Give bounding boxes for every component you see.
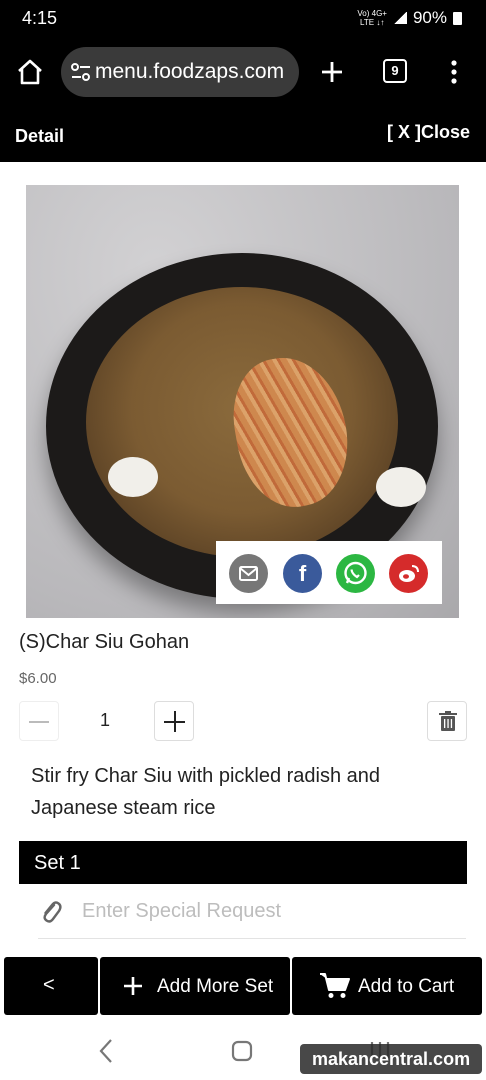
weibo-icon bbox=[399, 565, 419, 582]
email-share-icon[interactable] bbox=[229, 554, 268, 593]
decrease-quantity-button[interactable] bbox=[19, 701, 59, 741]
item-description: Stir fry Char Siu with pickled radish an… bbox=[31, 765, 381, 819]
back-button[interactable]: < bbox=[4, 957, 98, 1015]
email-icon bbox=[239, 566, 258, 581]
nav-home-icon[interactable] bbox=[230, 1039, 254, 1063]
item-name: (S)Char Siu Gohan bbox=[19, 631, 190, 653]
address-bar[interactable]: menu.foodzaps.com bbox=[61, 47, 299, 97]
rice bbox=[376, 467, 426, 507]
url-text: menu.foodzaps.com bbox=[95, 60, 285, 83]
add-more-set-label: Add More Set bbox=[157, 976, 274, 997]
close-button[interactable]: [ X ]Close bbox=[387, 122, 470, 143]
item-price: $6.00 bbox=[19, 670, 57, 687]
whatsapp-icon bbox=[344, 561, 367, 585]
tab-switcher-button[interactable]: 9 bbox=[383, 59, 407, 83]
trash-icon bbox=[439, 711, 457, 731]
new-tab-icon[interactable] bbox=[316, 56, 348, 88]
set-title: Set 1 bbox=[34, 852, 81, 874]
status-indicators: Vo) 4G+ LTE ↓↑ 90% bbox=[357, 8, 462, 28]
delete-button[interactable] bbox=[427, 701, 467, 741]
add-to-cart-label: Add to Cart bbox=[358, 976, 455, 997]
add-to-cart-button[interactable]: Add to Cart bbox=[292, 957, 482, 1015]
status-bar: 4:15 Vo) 4G+ LTE ↓↑ 90% bbox=[0, 0, 486, 38]
whatsapp-share-icon[interactable] bbox=[336, 554, 375, 593]
share-panel: f bbox=[216, 541, 442, 604]
browser-toolbar: menu.foodzaps.com 9 bbox=[0, 38, 486, 106]
special-request-input[interactable] bbox=[70, 894, 466, 928]
increase-quantity-button[interactable] bbox=[154, 701, 194, 741]
facebook-share-icon[interactable]: f bbox=[283, 554, 322, 593]
bowl-contents bbox=[86, 287, 426, 557]
network-indicator: Vo) 4G+ LTE ↓↑ bbox=[357, 9, 387, 27]
action-bar: < Add More Set Add to Cart bbox=[0, 955, 486, 1017]
set-header: Set 1 bbox=[19, 841, 467, 884]
home-icon[interactable] bbox=[14, 56, 46, 88]
status-time: 4:15 bbox=[22, 8, 58, 28]
rice bbox=[108, 457, 158, 497]
system-nav-bar: makancentral.com bbox=[0, 1017, 486, 1080]
attachment-icon bbox=[43, 901, 62, 923]
plus-icon bbox=[124, 977, 142, 995]
back-glyph: < bbox=[43, 974, 55, 996]
detail-header: Detail [ X ]Close bbox=[0, 106, 486, 162]
more-menu-icon[interactable] bbox=[446, 56, 462, 88]
network-type-top: Vo) 4G+ bbox=[357, 9, 387, 18]
watermark: makancentral.com bbox=[300, 1044, 483, 1074]
input-underline bbox=[38, 938, 466, 939]
signal-icon bbox=[392, 12, 407, 24]
battery-level: 90% bbox=[412, 8, 447, 27]
site-settings-icon[interactable] bbox=[69, 61, 93, 83]
page-title: Detail bbox=[15, 126, 65, 146]
add-more-set-button[interactable]: Add More Set bbox=[100, 957, 290, 1015]
nav-back-icon[interactable] bbox=[97, 1038, 117, 1064]
pickled-radish bbox=[223, 348, 359, 516]
network-type-bottom: LTE ↓↑ bbox=[360, 18, 385, 27]
cart-icon bbox=[320, 973, 350, 998]
quantity-value: 1 bbox=[99, 710, 110, 730]
weibo-share-icon[interactable] bbox=[389, 554, 428, 593]
battery-icon bbox=[453, 11, 462, 25]
